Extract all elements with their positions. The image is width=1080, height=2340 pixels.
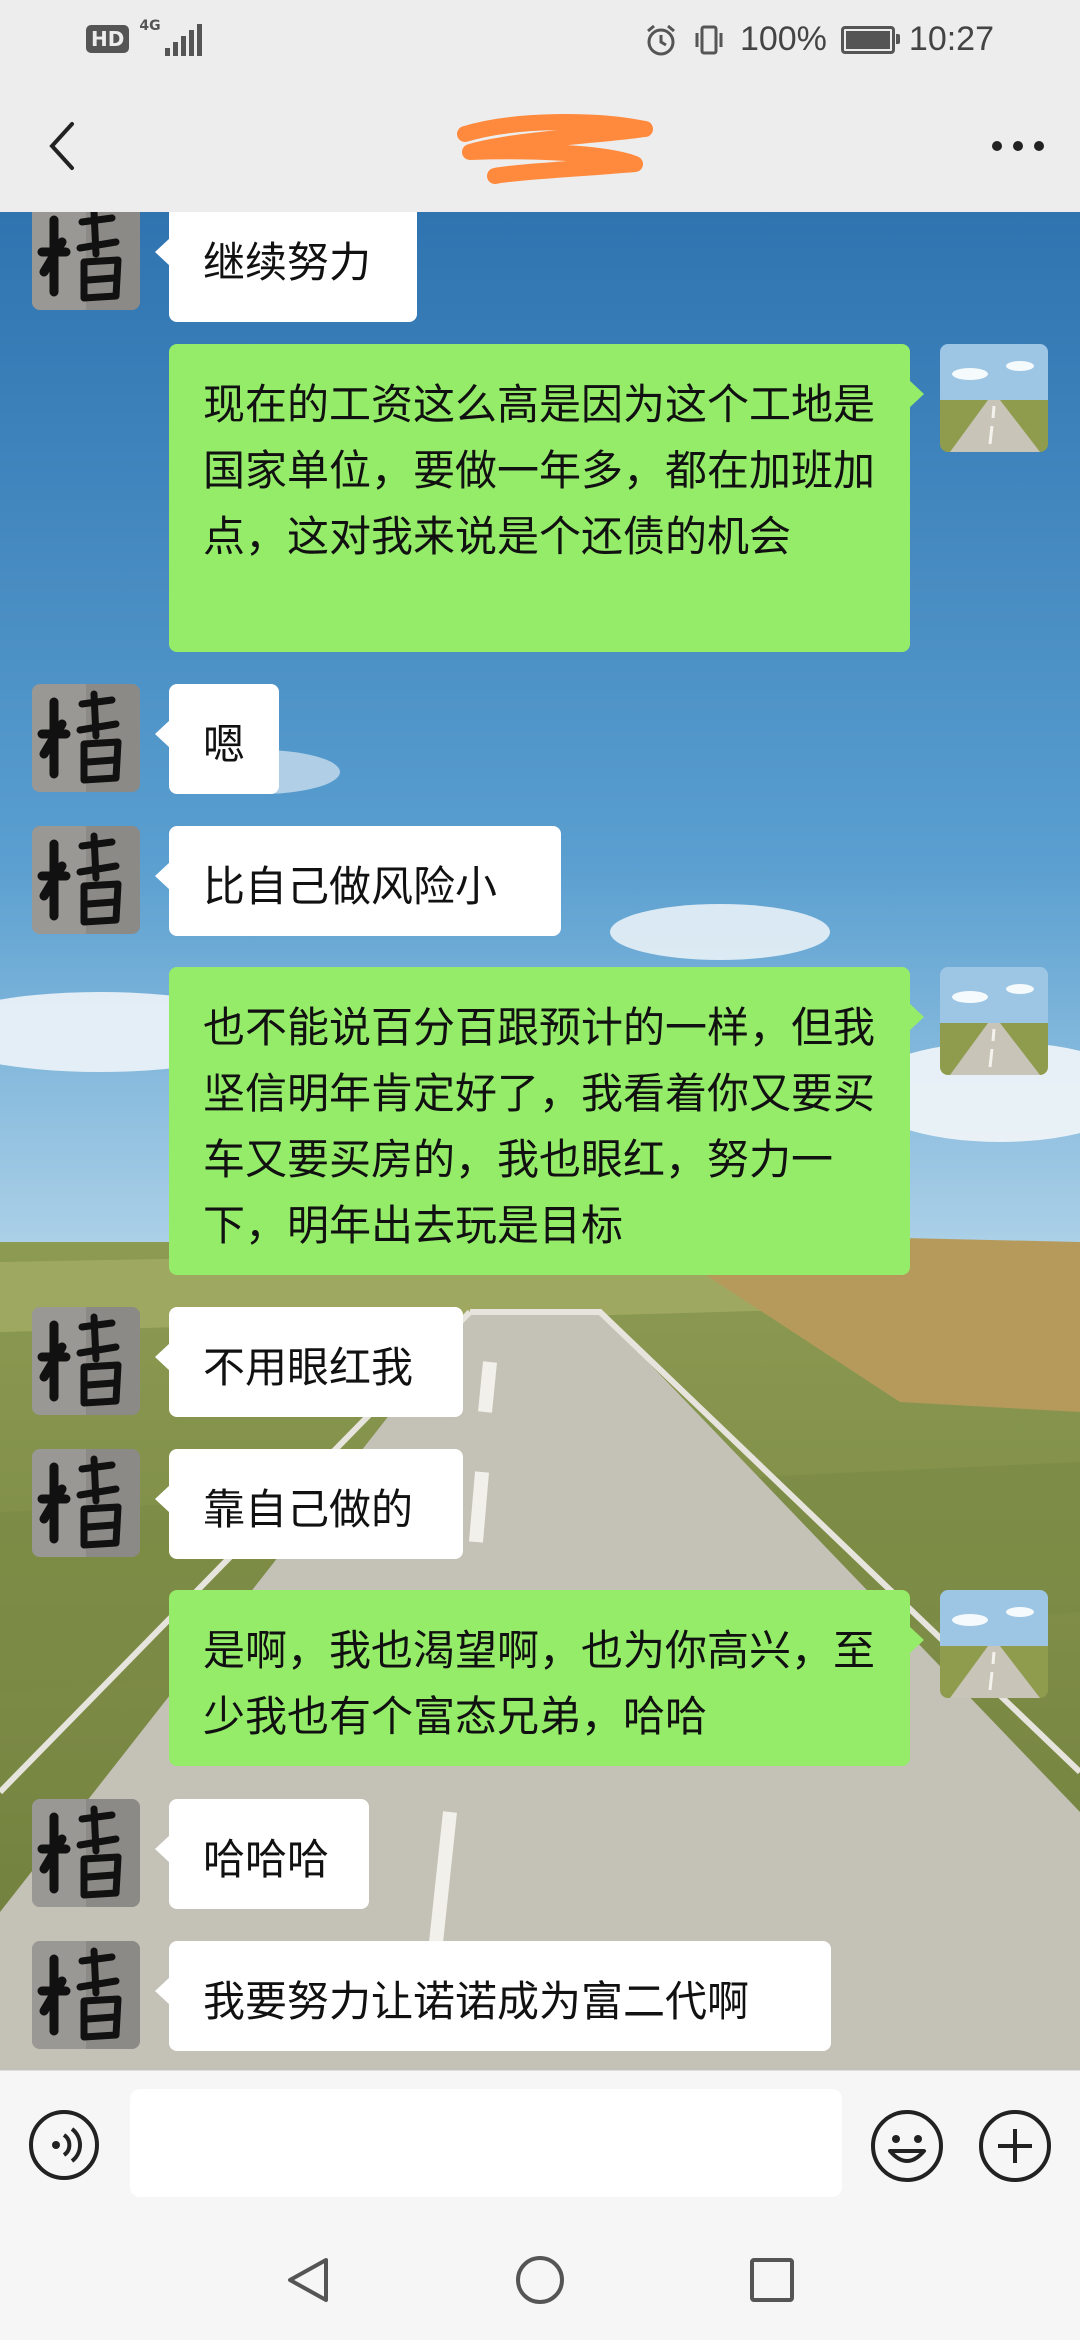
more-dots-icon bbox=[992, 141, 1044, 151]
received-message: 哈哈哈 bbox=[0, 1799, 1080, 1909]
more-button[interactable] bbox=[986, 114, 1050, 178]
plus-icon[interactable] bbox=[978, 2109, 1052, 2183]
received-message: 比自己做风险小 bbox=[0, 826, 1080, 936]
sent-message: 也不能说百分百跟预计的一样，但我坚信明年肯定好了，我看着你又要买车又要买房的，我… bbox=[0, 967, 1080, 1275]
square-recents-icon[interactable] bbox=[744, 2252, 800, 2308]
message-bubble[interactable]: 不用眼红我 bbox=[155, 1307, 463, 1417]
received-message: 不用眼红我 bbox=[0, 1307, 1080, 1417]
message-bubble[interactable]: 哈哈哈 bbox=[155, 1799, 369, 1909]
contact-avatar[interactable] bbox=[32, 1449, 140, 1557]
sent-message: 现在的工资这么高是因为这个工地是国家单位，要做一年多，都在加班加点，这对我来说是… bbox=[0, 344, 1080, 652]
clock: 10:27 bbox=[908, 20, 994, 58]
message-bubble[interactable]: 嗯 bbox=[155, 684, 279, 794]
sent-message: 是啊，我也渴望啊，也为你高兴，至少我也有个富态兄弟，哈哈 bbox=[0, 1590, 1080, 1766]
contact-avatar[interactable] bbox=[32, 1307, 140, 1415]
input-bar bbox=[0, 2070, 1080, 2221]
contact-avatar[interactable] bbox=[32, 1799, 140, 1907]
contact-avatar[interactable] bbox=[32, 684, 140, 792]
voice-icon[interactable] bbox=[28, 2109, 100, 2181]
received-message: 继续努力 bbox=[0, 212, 1080, 322]
chat-area[interactable]: 继续努力现在的工资这么高是因为这个工地是国家单位，要做一年多，都在加班加点，这对… bbox=[0, 212, 1080, 2070]
message-bubble[interactable]: 现在的工资这么高是因为这个工地是国家单位，要做一年多，都在加班加点，这对我来说是… bbox=[169, 344, 924, 652]
chat-header bbox=[0, 84, 1080, 212]
contact-avatar[interactable] bbox=[32, 1941, 140, 2049]
message-bubble[interactable]: 比自己做风险小 bbox=[155, 826, 561, 936]
message-bubble[interactable]: 也不能说百分百跟预计的一样，但我坚信明年肯定好了，我看着你又要买车又要买房的，我… bbox=[169, 967, 924, 1275]
signal-icon: 4G bbox=[139, 18, 203, 56]
battery-icon bbox=[840, 25, 900, 54]
vibrate-icon bbox=[695, 25, 723, 54]
received-message: 嗯 bbox=[0, 684, 1080, 794]
triangle-back-icon[interactable] bbox=[280, 2252, 336, 2308]
status-bar: HD 4G 100% 10:27 bbox=[0, 0, 1080, 84]
redaction-scribble bbox=[457, 114, 653, 184]
alarm-icon bbox=[646, 24, 675, 55]
message-bubble[interactable]: 靠自己做的 bbox=[155, 1449, 463, 1559]
message-bubble[interactable]: 继续努力 bbox=[155, 212, 417, 322]
network-label: 4G bbox=[139, 18, 161, 34]
message-bubble[interactable]: 我要努力让诺诺成为富二代啊 bbox=[155, 1941, 831, 2051]
message-input[interactable] bbox=[130, 2089, 842, 2197]
battery-percent: 100% bbox=[739, 20, 827, 58]
emoji-icon[interactable] bbox=[870, 2109, 944, 2183]
contact-avatar[interactable] bbox=[32, 826, 140, 934]
system-nav-bar bbox=[0, 2220, 1080, 2340]
chevron-left-icon bbox=[49, 122, 74, 170]
my-avatar[interactable] bbox=[940, 967, 1048, 1075]
received-message: 我要努力让诺诺成为富二代啊 bbox=[0, 1941, 1080, 2051]
message-bubble[interactable]: 是啊，我也渴望啊，也为你高兴，至少我也有个富态兄弟，哈哈 bbox=[169, 1590, 924, 1766]
my-avatar[interactable] bbox=[940, 1590, 1048, 1698]
received-message: 靠自己做的 bbox=[0, 1449, 1080, 1559]
contact-avatar[interactable] bbox=[32, 212, 140, 310]
circle-home-icon[interactable] bbox=[512, 2252, 568, 2308]
back-button[interactable] bbox=[30, 114, 94, 178]
hd-badge: HD bbox=[86, 25, 130, 53]
my-avatar[interactable] bbox=[940, 344, 1048, 452]
